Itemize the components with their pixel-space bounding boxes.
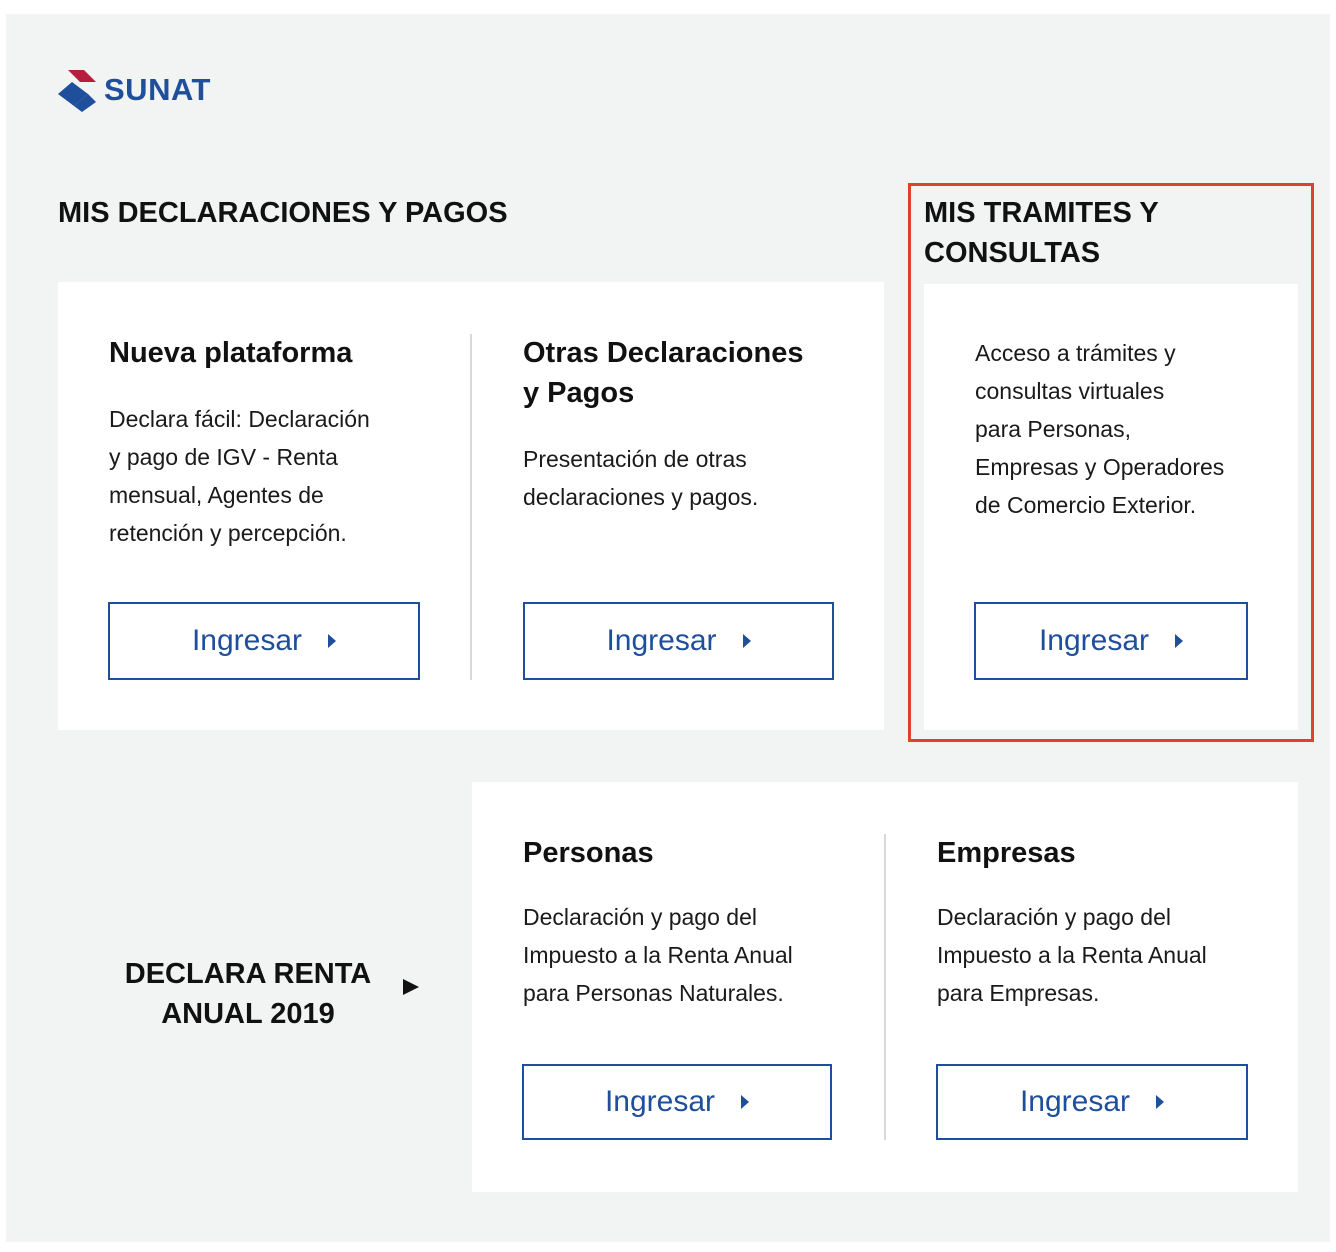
personas-desc-line: para Personas Naturales. (523, 980, 784, 1006)
nueva-desc-line: Declara fácil: Declaración (109, 406, 370, 432)
personas-desc: Declaración y pago del Impuesto a la Ren… (523, 898, 793, 1012)
empresas-desc-line: Impuesto a la Renta Anual (937, 942, 1207, 968)
title-line: y Pagos (523, 377, 635, 409)
nueva-plataforma-desc: Declara fácil: Declaración y pago de IGV… (109, 400, 370, 552)
section-title-declaraciones: MIS DECLARACIONES Y PAGOS (58, 197, 508, 229)
personas-desc-line: Impuesto a la Renta Anual (523, 942, 793, 968)
caret-right-icon (741, 1095, 750, 1109)
personas-title: Personas (523, 837, 654, 869)
otras-desc-line: Presentación de otras (523, 446, 747, 472)
empresas-ingresar-button[interactable]: Ingresar (936, 1064, 1248, 1140)
sunat-logo-icon (58, 70, 96, 112)
nueva-plataforma-ingresar-button[interactable]: Ingresar (108, 602, 420, 680)
nueva-desc-line: retención y percepción. (109, 520, 347, 546)
empresas-desc: Declaración y pago del Impuesto a la Ren… (937, 898, 1207, 1012)
renta-divider (884, 834, 886, 1140)
title-line: Otras Declaraciones (523, 337, 804, 369)
caret-right-icon (742, 634, 751, 648)
button-label: Ingresar (606, 624, 717, 657)
tramites-highlight-box (908, 183, 1314, 742)
title-line: ANUAL 2019 (161, 998, 335, 1030)
nueva-desc-line: y pago de IGV - Renta (109, 444, 338, 470)
nueva-plataforma-title: Nueva plataforma (109, 337, 353, 369)
empresas-desc-line: para Empresas. (937, 980, 1100, 1006)
button-label: Ingresar (191, 624, 303, 657)
renta-anual-title: DECLARA RENTA ANUAL 2019 (100, 954, 396, 1034)
nueva-desc-line: mensual, Agentes de (109, 482, 324, 508)
declaraciones-divider (470, 334, 472, 680)
button-label: Ingresar (604, 1085, 716, 1118)
sunat-logo[interactable]: SUNAT (56, 64, 211, 116)
logo-text: SUNAT (104, 72, 211, 107)
empresas-title: Empresas (937, 837, 1076, 869)
otras-desc-line: declaraciones y pagos. (523, 484, 759, 510)
otras-declaraciones-title: Otras Declaraciones y Pagos (523, 333, 803, 413)
personas-desc-line: Declaración y pago del (523, 904, 757, 930)
personas-ingresar-button[interactable]: Ingresar (522, 1064, 832, 1140)
button-label: Ingresar (1019, 1085, 1131, 1118)
title-line: DECLARA RENTA (124, 958, 372, 990)
empresas-desc-line: Declaración y pago del (937, 904, 1171, 930)
caret-right-icon (1156, 1095, 1165, 1109)
caret-right-icon (328, 634, 337, 648)
otras-declaraciones-desc: Presentación de otras declaraciones y pa… (523, 440, 758, 516)
arrow-right-icon (403, 979, 419, 995)
otras-declaraciones-ingresar-button[interactable]: Ingresar (523, 602, 834, 680)
